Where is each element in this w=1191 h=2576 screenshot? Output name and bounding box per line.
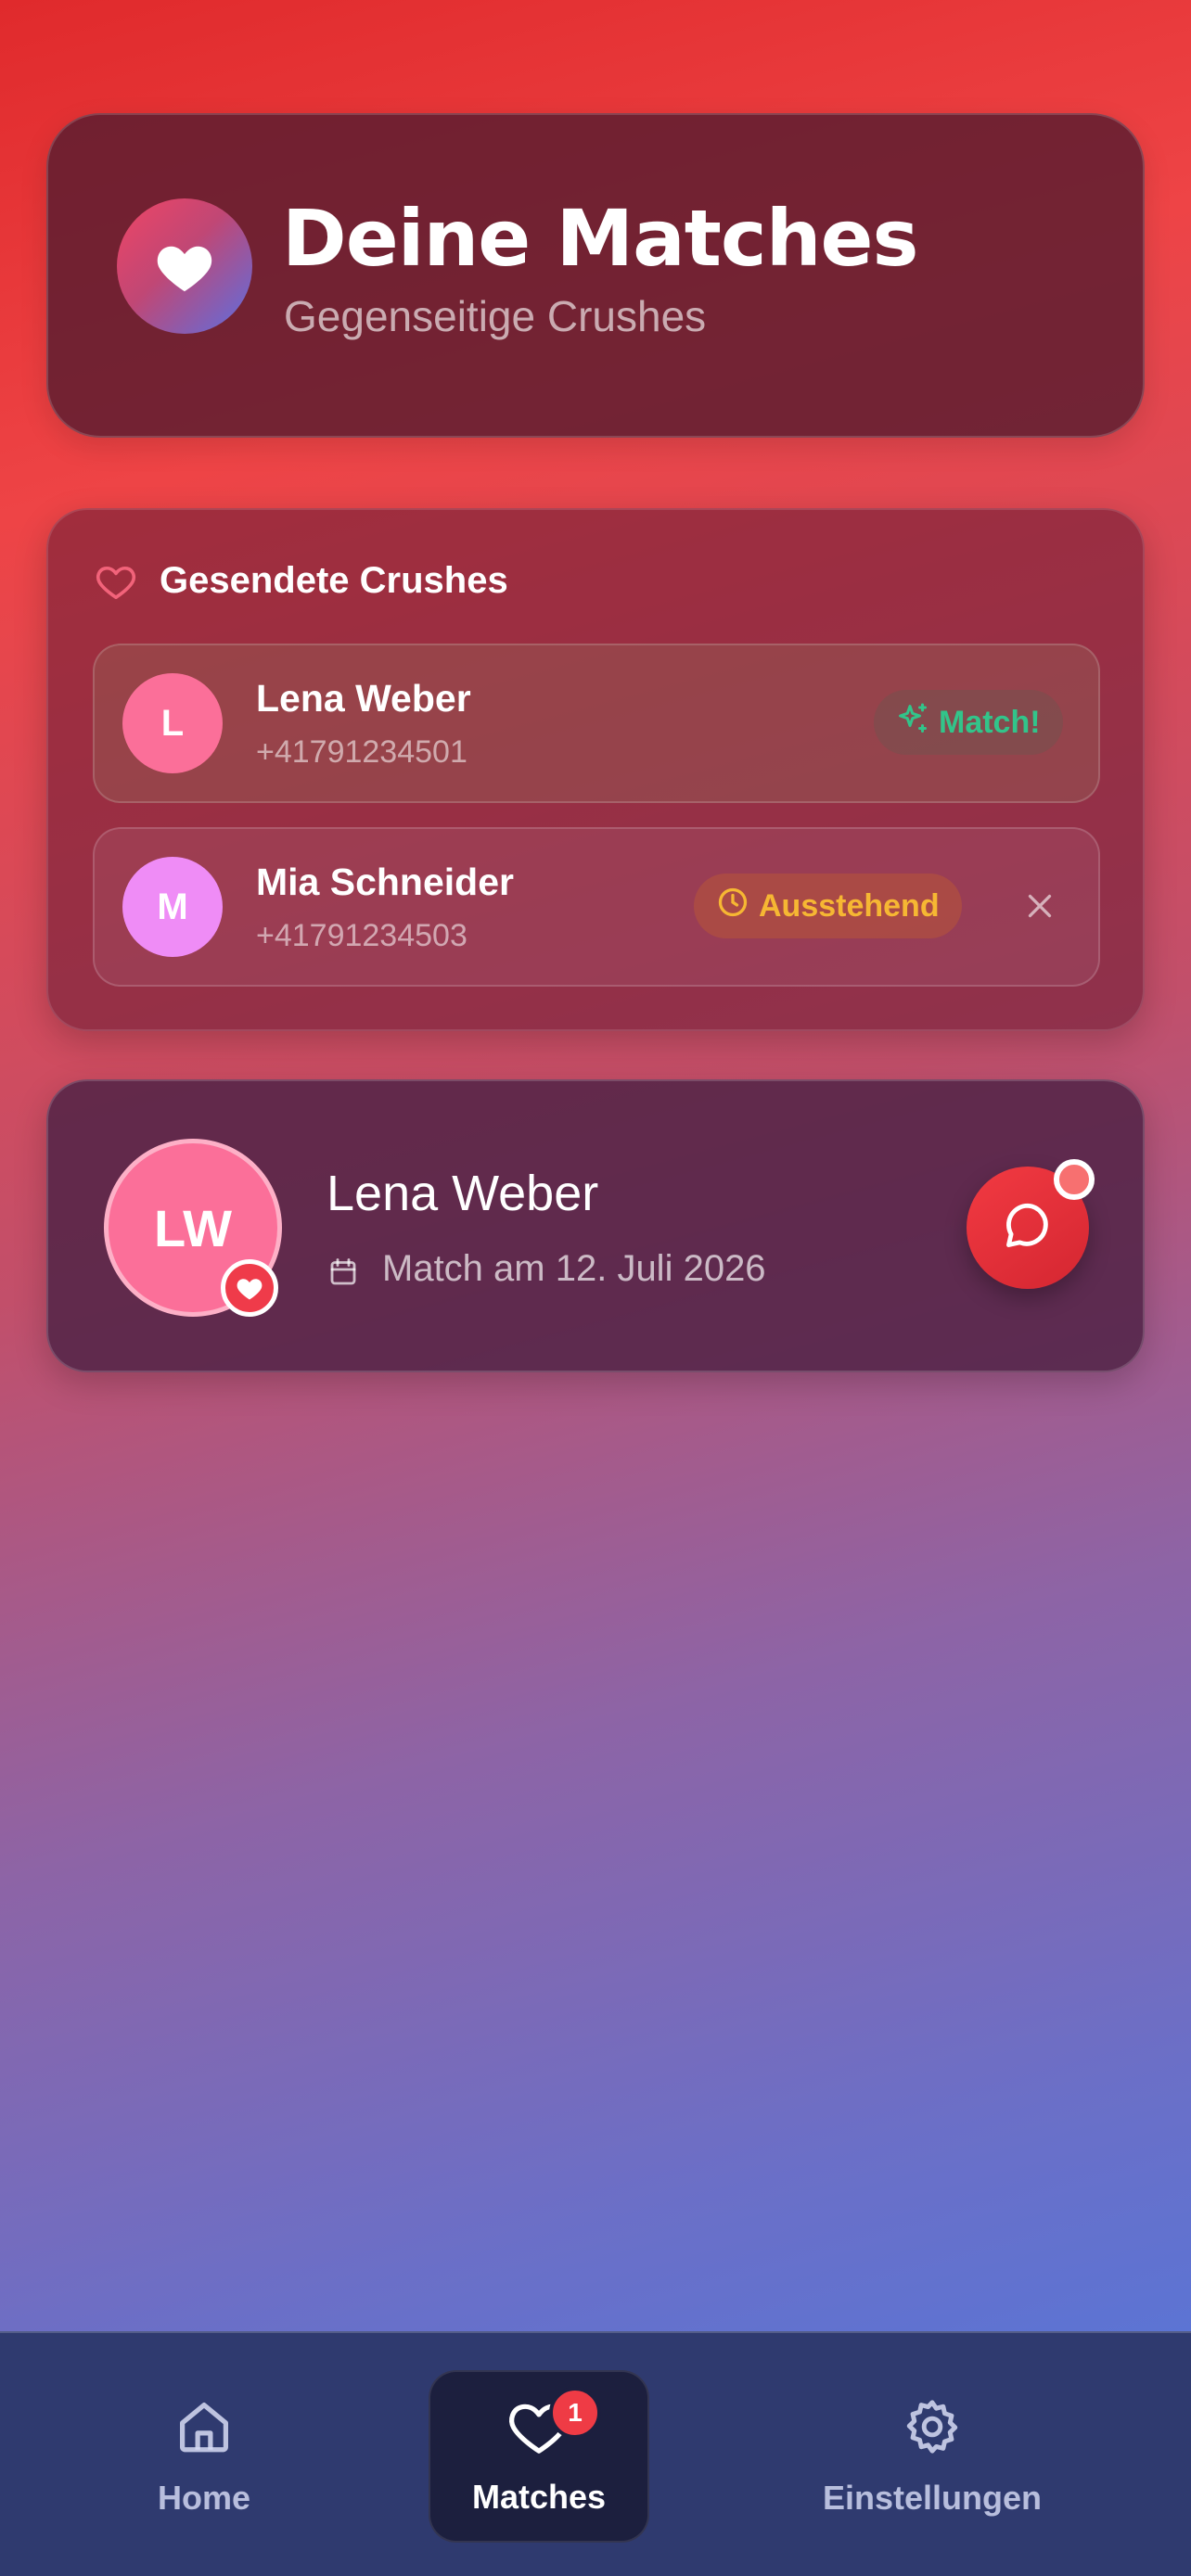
page-subtitle: Gegenseitige Crushes — [284, 292, 707, 340]
match-date: Match am 12. Juli 2026 — [382, 1248, 766, 1289]
nav-item-home[interactable]: Home — [121, 2370, 288, 2543]
crush-name: Lena Weber — [256, 677, 471, 720]
match-name: Lena Weber — [327, 1166, 599, 1221]
avatar: L — [122, 673, 223, 773]
crush-phone: +41791234503 — [256, 918, 467, 953]
heart-icon — [117, 198, 252, 334]
page-title: Deine Matches — [282, 193, 918, 284]
chat-bubble-icon — [1001, 1199, 1055, 1256]
header-card: Deine Matches Gegenseitige Crushes — [46, 113, 1145, 438]
nav-label: Einstellungen — [822, 2478, 1043, 2517]
close-icon — [1023, 889, 1057, 926]
home-icon — [173, 2396, 235, 2466]
status-badge: Ausstehend — [694, 874, 962, 938]
status-label: Ausstehend — [759, 887, 940, 924]
nav-label: Matches — [471, 2477, 607, 2516]
nav-item-settings[interactable]: Einstellungen — [807, 2370, 1057, 2543]
crush-phone: +41791234501 — [256, 734, 467, 770]
heart-outline-icon — [95, 562, 137, 605]
calendar-icon — [327, 1256, 360, 1293]
sparkles-icon — [896, 702, 929, 744]
status-badge: Match! — [874, 690, 1063, 755]
sent-crushes-card: Gesendete Crushes L Lena Weber +41791234… — [46, 508, 1145, 1031]
remove-crush-button[interactable] — [1009, 877, 1070, 938]
crush-row[interactable]: M Mia Schneider +41791234503 Ausstehend — [93, 827, 1100, 987]
section-heading: Gesendete Crushes — [160, 560, 508, 601]
bottom-nav: Home Matches 1 Einstellungen — [0, 2331, 1191, 2576]
notification-badge: 1 — [549, 2387, 601, 2439]
crush-name: Mia Schneider — [256, 861, 514, 903]
heart-badge-icon — [221, 1259, 278, 1317]
crush-row[interactable]: L Lena Weber +41791234501 Match! — [93, 644, 1100, 803]
avatar: M — [122, 857, 223, 957]
match-card[interactable]: LW Lena Weber Match am 12. Juli 2026 — [46, 1079, 1145, 1372]
clock-icon — [716, 886, 749, 927]
unread-indicator — [1054, 1159, 1095, 1200]
nav-item-matches[interactable]: Matches 1 — [429, 2370, 649, 2543]
status-label: Match! — [939, 704, 1041, 740]
nav-label: Home — [157, 2478, 251, 2517]
gear-icon — [902, 2396, 963, 2466]
